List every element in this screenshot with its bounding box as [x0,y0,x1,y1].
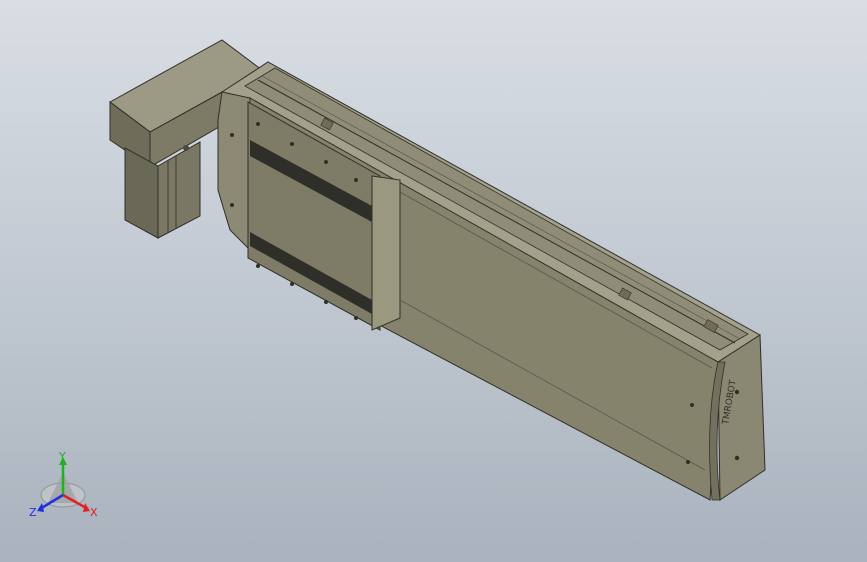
model-view[interactable]: TMROBOT Y X Z [0,0,867,562]
orientation-triad: Y X Z [29,450,98,519]
y-axis-label: Y [58,450,66,463]
z-axis-label: Z [29,506,37,519]
x-axis-label: X [90,506,98,519]
cad-viewport[interactable]: TMROBOT Y X Z [0,0,867,562]
actuator-body[interactable] [217,61,761,501]
